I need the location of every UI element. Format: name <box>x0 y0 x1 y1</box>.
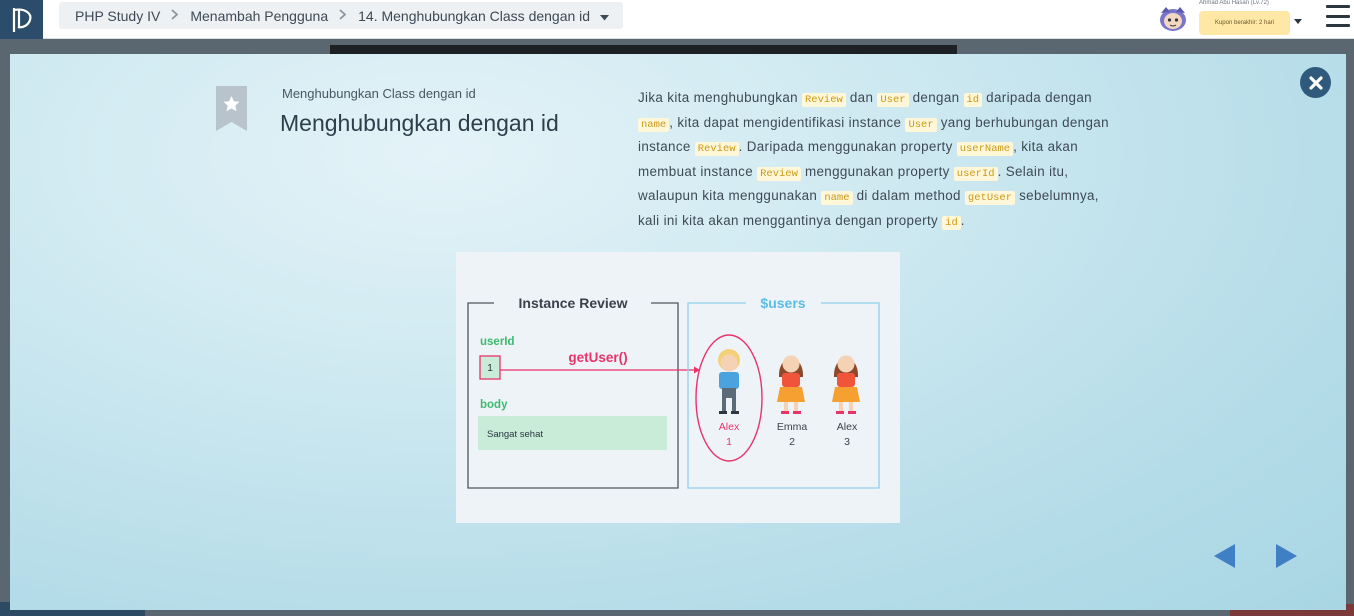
diagram-userid-value: 1 <box>487 362 493 374</box>
description-text: menggunakan property <box>800 163 954 179</box>
description-text: . Daripada menggunakan property <box>738 139 957 155</box>
caret-down-icon[interactable] <box>600 8 610 24</box>
diagram-userid-label: userId <box>480 336 515 348</box>
chevron-right-icon <box>171 8 179 23</box>
inline-code: userId <box>953 166 998 181</box>
inline-code: userName <box>956 142 1014 157</box>
inline-code: name <box>638 117 670 132</box>
inline-code: id <box>963 93 983 107</box>
description-text: dan <box>845 90 878 105</box>
diagram-image: Instance Review userId 1 getUser() body … <box>456 252 900 523</box>
breadcrumb-lesson[interactable]: 14. Menghubungkan Class dengan id <box>358 8 590 24</box>
caret-down-icon[interactable] <box>1294 11 1302 29</box>
description-text: di dalam method <box>852 188 965 204</box>
next-slide-button[interactable] <box>1273 543 1299 569</box>
user-name: Ahmad Abu Hasan (Lv.72) <box>1199 0 1269 6</box>
diagram-body-value: Sangat sehat <box>487 429 543 440</box>
breadcrumb: PHP Study IV Menambah Pengguna 14. Mengh… <box>59 2 624 29</box>
diagram-method-label: getUser() <box>568 350 627 365</box>
description-text: daripada dengan <box>982 90 1092 105</box>
background-video-strip <box>330 45 957 54</box>
slide-subtitle: Menghubungkan Class dengan id <box>282 86 476 101</box>
avatar[interactable] <box>1158 3 1188 33</box>
logo-icon <box>12 7 31 32</box>
description-text: dengan <box>908 90 964 105</box>
close-button[interactable] <box>1300 67 1331 98</box>
user-name: Emma <box>777 421 807 433</box>
logo[interactable] <box>0 0 43 39</box>
inline-code: getUser <box>964 191 1016 206</box>
slide-description: Jika kita menghubungkan Review dan User … <box>638 87 1118 235</box>
user-name: Alex <box>837 421 858 433</box>
user-avatar-girl <box>832 355 860 414</box>
breadcrumb-course[interactable]: PHP Study IV <box>75 8 160 24</box>
diagram-left-title: Instance Review <box>519 295 628 311</box>
description-text: Jika kita menghubungkan <box>638 90 802 105</box>
slide-modal: Menghubungkan Class dengan id Menghubung… <box>10 54 1346 610</box>
chevron-right-icon <box>339 8 347 23</box>
slide-title: Menghubungkan dengan id <box>280 110 559 136</box>
user-avatar-girl <box>777 355 805 414</box>
diagram-right-title: $users <box>760 295 805 311</box>
close-icon <box>1308 75 1323 90</box>
bookmark-icon[interactable] <box>215 86 248 132</box>
hamburger-menu-icon[interactable] <box>1326 5 1350 27</box>
coupon-badge: Kupon berakhir: 2 hari <box>1199 11 1290 35</box>
user-id: 1 <box>726 436 732 448</box>
inline-code: name <box>821 191 853 206</box>
user-avatar-boy <box>718 349 740 414</box>
breadcrumb-chapter[interactable]: Menambah Pengguna <box>190 8 328 24</box>
inline-code: Review <box>801 93 846 107</box>
diagram-body-label: body <box>480 399 508 411</box>
top-bar: PHP Study IV Menambah Pengguna 14. Mengh… <box>0 0 1354 39</box>
user-name: Alex <box>719 421 740 433</box>
previous-slide-button[interactable] <box>1212 543 1238 569</box>
user-id: 3 <box>844 436 850 448</box>
inline-code: Review <box>694 142 739 157</box>
inline-code: Review <box>757 166 801 181</box>
inline-code: User <box>905 117 937 132</box>
description-text: . <box>960 212 965 228</box>
inline-code: User <box>877 93 909 107</box>
inline-code: id <box>942 215 961 230</box>
user-id: 2 <box>789 436 795 448</box>
description-text: , kita dapat mengidentifikasi instance <box>669 114 906 130</box>
